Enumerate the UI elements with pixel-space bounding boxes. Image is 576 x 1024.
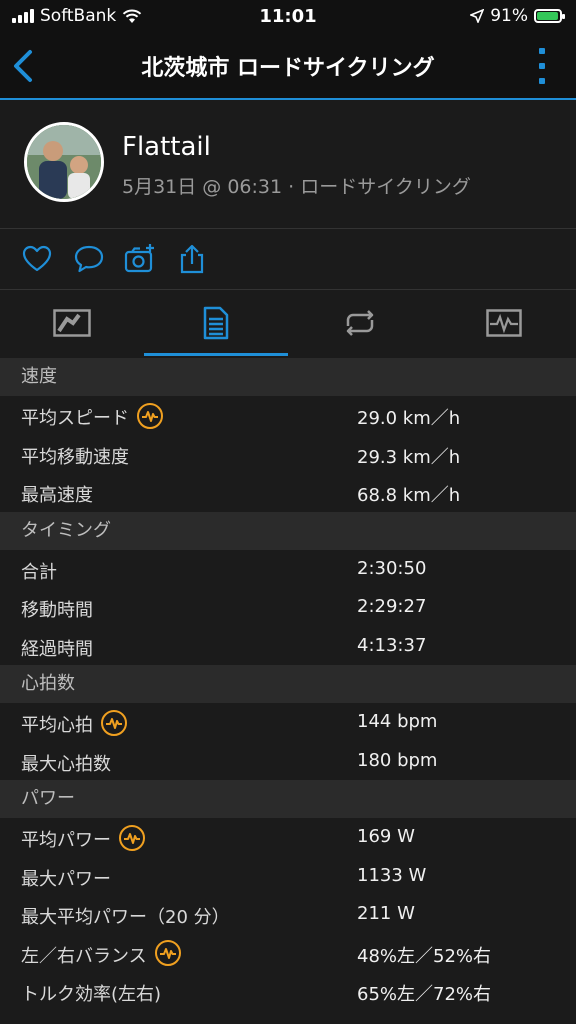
action-bar [0, 229, 576, 290]
stat-row: 平均スピード 29.0 km／h [0, 396, 576, 435]
tab-charts[interactable] [432, 290, 576, 356]
activity-header: Flattail 5月31日 @ 06:31 · ロードサイクリング [0, 100, 576, 229]
stat-value: 1133 W [357, 864, 427, 886]
stat-value: 29.3 km／h [357, 446, 461, 468]
location-arrow-icon [470, 9, 485, 23]
stat-value: 169 W [357, 826, 415, 847]
stat-value: 180 bpm [357, 749, 438, 771]
balance-zone-icon[interactable] [154, 940, 181, 966]
power-zone-icon[interactable] [119, 824, 145, 851]
activity-meta: 5月31日 @ 06:31 · ロードサイクリング [122, 176, 471, 198]
stat-label: 平均心拍 [21, 715, 93, 736]
map-icon [53, 309, 91, 337]
battery-icon [534, 9, 565, 23]
avatar-photo [27, 125, 101, 199]
stat-row: 最大パワー 1133 W [0, 857, 576, 896]
nav-bar: 北茨城市 ロードサイクリング [0, 34, 576, 100]
stat-label: 合計 [21, 561, 57, 583]
heart-rate-zone-icon[interactable] [101, 709, 127, 736]
battery-percent: 91% [490, 6, 528, 26]
stat-value: 2:30:50 [357, 557, 427, 579]
stat-label: 移動時間 [21, 600, 93, 621]
tab-stats[interactable] [144, 290, 288, 356]
avatar[interactable] [24, 122, 104, 202]
stat-row: 経過時間 4:13:37 [0, 627, 576, 666]
share-icon[interactable] [176, 243, 208, 275]
activity-tabs [0, 290, 576, 356]
stat-label: 平均移動速度 [21, 446, 129, 468]
stats-list-icon [203, 306, 229, 340]
status-right: 91% [470, 6, 565, 26]
page-title: 北茨城市 ロードサイクリング [141, 56, 435, 81]
stat-label: 平均パワー [21, 830, 111, 851]
tab-laps[interactable] [288, 290, 432, 356]
add-photo-icon[interactable] [124, 243, 156, 275]
stat-value: 144 bpm [357, 711, 438, 732]
stat-label: 経過時間 [21, 638, 93, 660]
stat-label: 左／右バランス [21, 945, 147, 967]
stat-value: 48%左／52%右 [357, 945, 492, 967]
heart-icon[interactable] [21, 243, 53, 275]
status-bar: SoftBank 11:01 91% [0, 0, 576, 34]
stat-label: 最高速度 [21, 485, 93, 506]
stat-value: 211 W [357, 903, 415, 924]
athlete-name[interactable]: Flattail [122, 132, 211, 162]
section-header: 心拍数 [0, 665, 576, 703]
stat-value: 29.0 km／h [357, 408, 461, 429]
section-header: 速度 [0, 358, 576, 396]
stat-row: 合計 2:30:50 [0, 550, 576, 589]
stat-row: 移動時間 2:29:27 [0, 588, 576, 627]
section-header: パワー [0, 780, 576, 818]
tab-map[interactable] [0, 290, 144, 356]
stat-label: トルク効率(左右) [21, 984, 162, 1005]
stat-label: 最大パワー [21, 868, 111, 890]
stat-row: 左／右バランス 48%左／52%右 [0, 934, 576, 973]
stat-row: 最大平均パワー（20 分） 211 W [0, 895, 576, 934]
stat-row: 平均パワー 169 W [0, 818, 576, 857]
stat-row: 平均心拍 144 bpm [0, 703, 576, 742]
stat-value: 4:13:37 [357, 634, 427, 656]
chart-icon [486, 309, 522, 337]
stat-value: 2:29:27 [357, 596, 427, 617]
stat-value: 68.8 km／h [357, 485, 461, 506]
stat-label: 最大平均パワー（20 分） [21, 907, 230, 928]
more-options-icon[interactable] [538, 48, 546, 84]
stat-row: 最高速度 68.8 km／h [0, 473, 576, 512]
heart-rate-zone-icon[interactable] [137, 402, 163, 429]
comment-icon[interactable] [73, 243, 105, 275]
stat-row: 最大心拍数 180 bpm [0, 742, 576, 781]
stat-value: 65%左／72%右 [357, 984, 492, 1005]
stat-row: 平均移動速度 29.3 km／h [0, 435, 576, 474]
stat-row: トルク効率(左右) 65%左／72%右 [0, 972, 576, 1011]
stat-label: 平均スピード [21, 408, 129, 429]
stats-list: 速度 平均スピード 29.0 km／h 平均移動速度 29.3 km／h 最高速… [0, 358, 576, 1011]
laps-icon [346, 310, 374, 336]
stat-label: 最大心拍数 [21, 753, 111, 775]
section-header: タイミング [0, 511, 576, 550]
